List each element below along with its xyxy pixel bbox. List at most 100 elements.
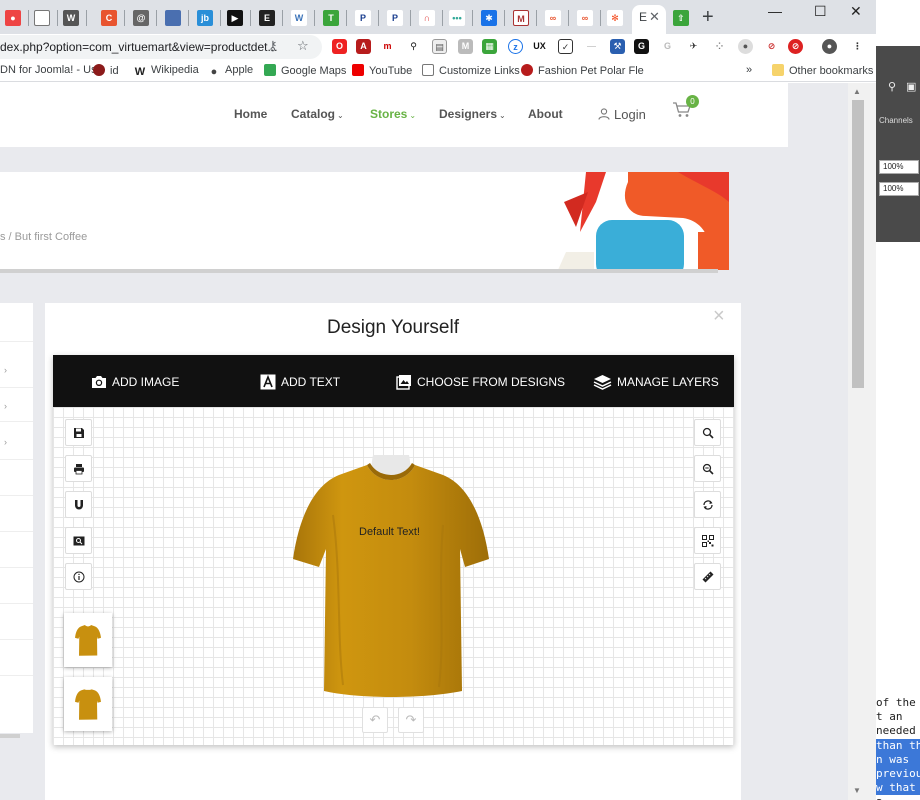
browser-tab[interactable]: T: [318, 7, 347, 29]
redo-button[interactable]: ↷: [398, 707, 424, 733]
other-bookmarks[interactable]: Other bookmarks: [772, 64, 873, 77]
g-black-icon[interactable]: G: [634, 39, 649, 54]
new-tab-button[interactable]: +: [702, 6, 714, 29]
pdf-icon[interactable]: A: [356, 39, 371, 54]
bookmark-item[interactable]: YouTube: [352, 64, 412, 77]
cart-button[interactable]: 0: [672, 95, 699, 124]
browser-tab[interactable]: ✻: [602, 7, 631, 29]
browser-tab[interactable]: W: [58, 7, 87, 29]
plane-icon[interactable]: ✈: [686, 39, 701, 54]
browser-tab[interactable]: @: [128, 7, 157, 29]
block-icon[interactable]: ⊘: [788, 39, 803, 54]
canvas-text-layer[interactable]: Default Text!: [359, 526, 420, 538]
browser-tab[interactable]: •••: [444, 7, 473, 29]
close-icon[interactable]: ×: [713, 305, 725, 328]
add-image-button[interactable]: ADD IMAGE: [91, 372, 179, 392]
zoom-field[interactable]: 100%: [879, 160, 919, 174]
front-view-thumbnail[interactable]: [64, 613, 112, 667]
browser-tab[interactable]: P: [350, 7, 379, 29]
browser-tab[interactable]: ▶: [222, 7, 251, 29]
browser-tab[interactable]: C: [96, 7, 125, 29]
browser-tab[interactable]: ∞: [540, 7, 569, 29]
grid-dots-icon[interactable]: ⁘: [712, 39, 727, 54]
minimize-button[interactable]: —: [768, 3, 782, 19]
back-view-thumbnail[interactable]: [64, 677, 112, 731]
chevron-right-icon[interactable]: ›: [4, 365, 7, 375]
bookmarks-overflow-button[interactable]: »: [746, 64, 752, 76]
bookmark-item[interactable]: W Wikipedia: [134, 64, 199, 78]
scroll-up-arrow[interactable]: ▲: [853, 87, 861, 96]
breadcrumb[interactable]: s / But first Coffee: [0, 231, 87, 243]
browser-tab[interactable]: W: [286, 7, 315, 29]
bookmark-item[interactable]: Fashion Pet Polar Fle: [521, 64, 644, 77]
panel-icon[interactable]: ▣: [906, 80, 916, 93]
browser-tab[interactable]: ∞: [572, 7, 601, 29]
address-bar[interactable]: dex.php?option=com_virtuemart&view=produ…: [0, 35, 322, 59]
nav-about[interactable]: About: [528, 107, 563, 121]
ruler-button[interactable]: [694, 563, 721, 590]
star-icon[interactable]: ☆: [297, 38, 309, 54]
maximize-button[interactable]: ☐: [814, 3, 827, 20]
dash-icon[interactable]: —: [584, 39, 599, 54]
chevron-right-icon[interactable]: ›: [4, 401, 7, 411]
bookmark-item[interactable]: Customize Links: [422, 64, 520, 77]
close-tab-icon[interactable]: ✕: [649, 9, 660, 25]
search-icon[interactable]: ⚲: [406, 39, 421, 54]
nav-designers[interactable]: Designers ⌄: [439, 107, 506, 121]
bookmark-item[interactable]: ● Apple: [208, 64, 253, 78]
bookmark-item[interactable]: DN for Joomla! - Us: [0, 64, 97, 76]
qr-code-button[interactable]: [694, 527, 721, 554]
browser-tab[interactable]: ⇧: [668, 7, 697, 29]
m-gray-icon[interactable]: M: [458, 39, 473, 54]
key-icon[interactable]: ⚷: [268, 38, 278, 54]
bookmark-item[interactable]: id: [93, 64, 119, 77]
close-window-button[interactable]: ✕: [850, 3, 862, 20]
info-button[interactable]: [65, 563, 92, 590]
z-icon[interactable]: z: [508, 39, 523, 54]
browser-tab[interactable]: ✱: [476, 7, 505, 29]
browser-tab[interactable]: ●: [0, 7, 29, 29]
tshirt-mockup[interactable]: [293, 455, 489, 697]
manage-layers-button[interactable]: MANAGE LAYERS: [593, 372, 719, 392]
checklist-icon[interactable]: ✓: [558, 39, 573, 54]
grid-icon[interactable]: ▦: [482, 39, 497, 54]
design-canvas[interactable]: Default Text! ↶ ↷: [53, 407, 734, 745]
nav-home[interactable]: Home: [234, 107, 267, 121]
profile-avatar[interactable]: ●: [822, 39, 837, 54]
browser-tab[interactable]: [29, 7, 58, 29]
url-text[interactable]: dex.php?option=com_virtuemart&view=produ…: [0, 40, 278, 54]
print-button[interactable]: [65, 455, 92, 482]
m-icon[interactable]: m: [380, 39, 395, 54]
search-icon[interactable]: ⚲: [888, 80, 896, 93]
zoom-field[interactable]: 100%: [879, 182, 919, 196]
browser-tab[interactable]: P: [382, 7, 411, 29]
nav-stores[interactable]: Stores ⌄: [370, 107, 416, 121]
tool-icon[interactable]: ⚒: [610, 39, 625, 54]
off-badge-icon[interactable]: ⊘: [764, 39, 779, 54]
login-link[interactable]: Login: [598, 107, 646, 122]
notepad-icon[interactable]: ▤: [432, 39, 447, 54]
circle-gray-icon[interactable]: ●: [738, 39, 753, 54]
add-text-button[interactable]: ADD TEXT: [260, 372, 340, 392]
scrollbar-thumb[interactable]: [852, 100, 864, 388]
undo-button[interactable]: ↶: [362, 707, 388, 733]
browser-tab[interactable]: [160, 7, 189, 29]
nav-catalog[interactable]: Catalog ⌄: [291, 107, 344, 121]
ux-icon[interactable]: UX: [532, 39, 547, 54]
zoom-out-button[interactable]: [694, 455, 721, 482]
browser-tab[interactable]: M: [508, 7, 537, 29]
g-gray-icon[interactable]: G: [660, 39, 675, 54]
kebab-menu-icon[interactable]: ⋮: [850, 39, 865, 54]
rotate-button[interactable]: [694, 491, 721, 518]
browser-tab[interactable]: jb: [192, 7, 221, 29]
choose-from-designs-button[interactable]: CHOOSE FROM DESIGNS: [396, 372, 565, 392]
snap-button[interactable]: [65, 491, 92, 518]
active-browser-tab[interactable]: E ✕: [632, 5, 666, 34]
chevron-right-icon[interactable]: ›: [4, 437, 7, 447]
save-button[interactable]: [65, 419, 92, 446]
browser-tab[interactable]: ∩: [414, 7, 443, 29]
preview-button[interactable]: [65, 527, 92, 554]
bookmark-item[interactable]: Google Maps: [264, 64, 346, 77]
scroll-down-arrow[interactable]: ▼: [853, 786, 861, 795]
browser-tab[interactable]: E: [254, 7, 283, 29]
